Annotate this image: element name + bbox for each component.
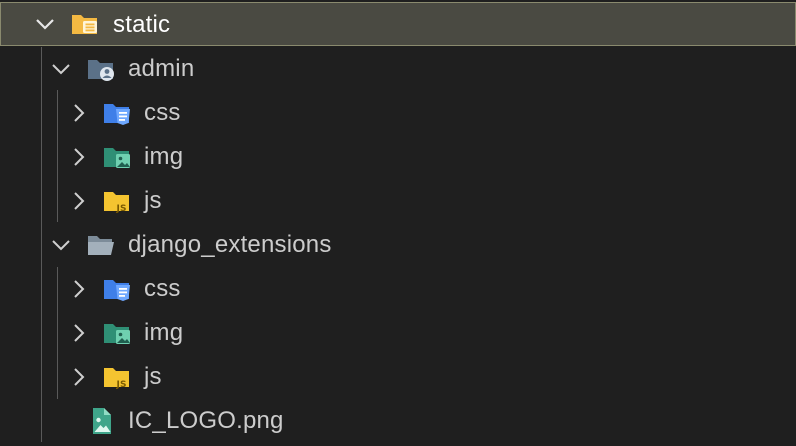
- tree-item-admin[interactable]: admin: [0, 47, 796, 91]
- tree-item-admin-js[interactable]: JS js: [0, 179, 796, 223]
- file-explorer-tree: static admin css img JS js django_extens…: [0, 0, 796, 446]
- chevron-down-icon[interactable]: [50, 58, 72, 80]
- chevron-right-icon[interactable]: [67, 278, 89, 300]
- tree-item-label: IC_LOGO.png: [128, 407, 284, 434]
- svg-text:JS: JS: [116, 204, 127, 214]
- tree-item-de-img[interactable]: img: [0, 311, 796, 355]
- tree-item-ic-logo-file[interactable]: IC_LOGO.png: [0, 399, 796, 443]
- image-file-icon: [86, 406, 116, 436]
- tree-item-static[interactable]: static: [0, 2, 796, 46]
- chevron-down-icon[interactable]: [34, 13, 56, 35]
- images-folder-icon: [102, 318, 132, 348]
- chevron-down-icon[interactable]: [50, 234, 72, 256]
- tree-item-de-js[interactable]: JS js: [0, 355, 796, 399]
- folder-open-icon: [86, 230, 116, 260]
- chevron-right-icon[interactable]: [67, 102, 89, 124]
- tree-item-label: css: [144, 275, 181, 302]
- tree-item-label: static: [113, 11, 171, 38]
- tree-item-label: css: [144, 99, 181, 126]
- chevron-right-icon[interactable]: [67, 322, 89, 344]
- chevron-right-icon[interactable]: [67, 190, 89, 212]
- chevron-right-icon[interactable]: [67, 146, 89, 168]
- static-folder-icon: [70, 9, 100, 39]
- tree-item-label: js: [144, 187, 162, 214]
- css-folder-icon: [102, 98, 132, 128]
- js-folder-icon: JS: [102, 186, 132, 216]
- tree-item-label: admin: [128, 55, 195, 82]
- tree-item-admin-img[interactable]: img: [0, 135, 796, 179]
- svg-text:JS: JS: [116, 380, 127, 390]
- chevron-right-icon[interactable]: [67, 366, 89, 388]
- tree-item-label: js: [144, 363, 162, 390]
- css-folder-icon: [102, 274, 132, 304]
- js-folder-icon: JS: [102, 362, 132, 392]
- tree-item-de-css[interactable]: css: [0, 267, 796, 311]
- tree-item-label: img: [144, 319, 184, 346]
- tree-item-admin-css[interactable]: css: [0, 91, 796, 135]
- tree-item-label: img: [144, 143, 184, 170]
- images-folder-icon: [102, 142, 132, 172]
- tree-item-label: django_extensions: [128, 231, 332, 258]
- admin-folder-icon: [86, 54, 116, 84]
- tree-item-django-extensions[interactable]: django_extensions: [0, 223, 796, 267]
